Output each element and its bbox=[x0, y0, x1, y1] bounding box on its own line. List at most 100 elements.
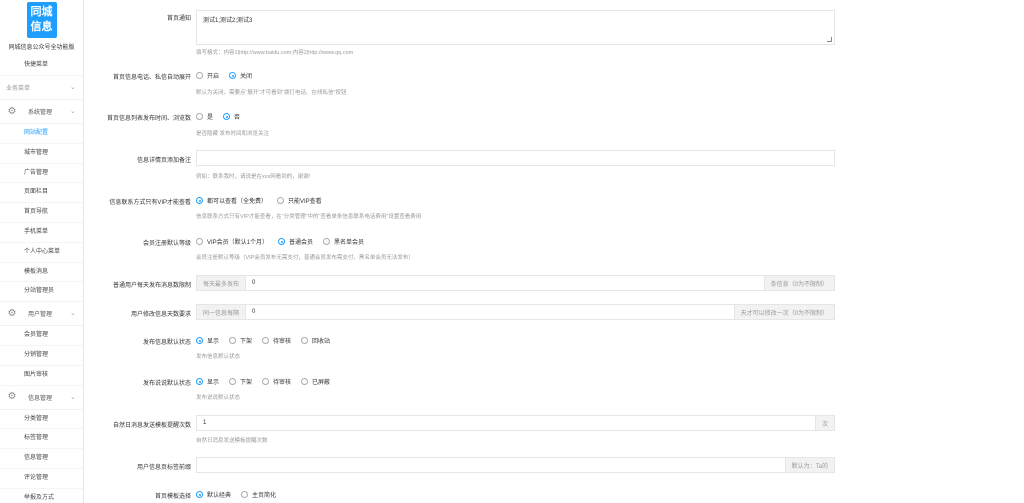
radio-option[interactable]: 回收站 bbox=[301, 336, 330, 345]
sidebar-item[interactable]: 个人中心菜单 bbox=[0, 243, 83, 263]
radio-option[interactable]: 待审核 bbox=[262, 377, 291, 386]
chevron-down-icon: ⌄ bbox=[70, 108, 76, 115]
sidebar-item[interactable]: 分销管理 bbox=[0, 346, 83, 366]
vip-contact-radios: 都可以查看（全免费） 只能VIP查看 bbox=[196, 196, 322, 205]
sidebar-item[interactable]: 会员管理 bbox=[0, 326, 83, 346]
show-time-radios: 是否 bbox=[196, 112, 240, 121]
radio-option[interactable]: 主页简化 bbox=[241, 490, 276, 499]
radio-option[interactable]: 显示 bbox=[196, 377, 219, 386]
radio-circle-icon[interactable] bbox=[301, 337, 309, 344]
vip-contact-label: 信息联系方式只有VIP才能查看 bbox=[109, 200, 191, 206]
gear-icon: ⚙ bbox=[7, 391, 17, 403]
radio-circle-icon[interactable] bbox=[229, 378, 237, 385]
site-subtitle: 同城信息公众号全功能版 bbox=[8, 45, 75, 51]
radio-option[interactable]: 下架 bbox=[229, 336, 252, 345]
radio-option[interactable]: 否 bbox=[223, 112, 240, 121]
vip-contact-help: 信息联系方式只有VIP才能查看，在“分类管理”中的“查看单条信息联系电话费用”设… bbox=[196, 214, 422, 220]
radio-circle-icon[interactable] bbox=[262, 337, 270, 344]
sidebar-item[interactable]: 分类管理 bbox=[0, 410, 83, 430]
sidebar-item[interactable]: 分站管理员 bbox=[0, 282, 83, 303]
remind-count-label: 自然日消息发送模板提醒次数 bbox=[112, 423, 191, 429]
sidebar-item[interactable]: 页面栏目 bbox=[0, 183, 83, 204]
chevron-down-icon: ⌄ bbox=[70, 393, 76, 401]
daily-limit-label: 普通用户每天发布消息数限制 bbox=[112, 283, 191, 289]
radio-circle-icon[interactable] bbox=[241, 491, 249, 498]
notice-label: 首页通知 bbox=[166, 16, 191, 22]
radio-option[interactable]: 已屏蔽 bbox=[301, 377, 330, 386]
radio-circle-icon[interactable] bbox=[229, 72, 237, 79]
gear-icon: ⚙ bbox=[7, 105, 17, 117]
radio-option[interactable]: 普通会员 bbox=[278, 237, 313, 246]
notice-textarea[interactable]: 测试1;测试2;测试3 bbox=[196, 10, 835, 45]
edit-days-prefix: 同一信息每隔 bbox=[197, 305, 247, 319]
edit-days-suffix: 天才可以修改一次（0为不限制） bbox=[733, 305, 834, 319]
template-label: 首页模板选择 bbox=[154, 494, 191, 500]
show-time-help: 是否隐藏 发布时间和浏览关注 bbox=[196, 131, 270, 137]
daily-limit-prefix: 每天最多发布 bbox=[197, 276, 247, 290]
sidebar-item[interactable]: 网站配置 bbox=[0, 124, 83, 144]
radio-circle-icon[interactable] bbox=[196, 113, 203, 120]
tag-prefix-label: 用户信息页标签前缀 bbox=[136, 465, 191, 471]
logo: 同城 信息 bbox=[26, 2, 57, 38]
radio-circle-icon[interactable] bbox=[262, 378, 270, 385]
radio-circle-icon[interactable] bbox=[229, 337, 237, 344]
publish-status-label: 发布信息默认状态 bbox=[142, 340, 191, 346]
template-radios: 默认经典 主页简化 bbox=[196, 490, 276, 499]
remind-count-input[interactable]: 1 次 bbox=[196, 415, 835, 431]
radio-circle-icon[interactable] bbox=[196, 72, 203, 79]
sidebar-group-0[interactable]: ⚙ 系统管理 ⌄ bbox=[0, 100, 83, 124]
users-icon: ⚙ bbox=[7, 307, 17, 319]
radio-option[interactable]: 默认经典 bbox=[196, 490, 231, 499]
auto-expand-label: 首页信息电话、私信自动展开 bbox=[112, 75, 191, 81]
sidebar-item[interactable]: 举报及方式 bbox=[0, 489, 83, 503]
radio-option[interactable]: VIP会员（默认1个月） bbox=[196, 237, 268, 246]
radio-option[interactable]: 显示 bbox=[196, 336, 219, 345]
sidebar-item[interactable]: 评论管理 bbox=[0, 469, 83, 489]
radio-circle-icon[interactable] bbox=[196, 378, 203, 385]
sidebar-item[interactable]: 广告管理 bbox=[0, 164, 83, 184]
sidebar-item[interactable]: 首页导航 bbox=[0, 203, 83, 223]
radio-circle-icon[interactable] bbox=[196, 197, 203, 204]
radio-circle-icon[interactable] bbox=[301, 378, 309, 385]
comment-status-radios: 显示 下架 待审核 已屏蔽 bbox=[196, 377, 330, 386]
radio-option[interactable]: 开启 bbox=[196, 71, 219, 80]
sidebar-item[interactable]: 手机菜单 bbox=[0, 223, 83, 243]
default-level-help: 会员注册默认等级（VIP会员发布无需支付，普通会员发布需支付，黑名单会员无法发布… bbox=[196, 255, 414, 261]
sidebar-biz-menu[interactable]: 业务菜单 ⌄ bbox=[0, 76, 83, 100]
radio-circle-icon[interactable] bbox=[196, 238, 203, 245]
sidebar-item-quick-menu[interactable]: 快捷菜单 bbox=[0, 54, 83, 76]
sidebar-item[interactable]: 图片审核 bbox=[0, 366, 83, 386]
radio-option[interactable]: 待审核 bbox=[262, 336, 291, 345]
radio-circle-icon[interactable] bbox=[196, 337, 203, 344]
main-form: 首页通知 测试1;测试2;测试3 填写格式：内容1|http://www.bai… bbox=[85, 0, 1024, 503]
sidebar-item[interactable]: 模板消息 bbox=[0, 263, 83, 283]
detail-remark-help: 例如：联系我时，请说是在xxx网看到的，谢谢! bbox=[196, 174, 311, 180]
sidebar-item[interactable]: 信息管理 bbox=[0, 449, 83, 469]
tag-prefix-suffix: 默认为：Ta的 bbox=[784, 458, 834, 472]
remind-count-suffix: 次 bbox=[814, 416, 834, 430]
radio-circle-icon[interactable] bbox=[196, 491, 203, 498]
daily-limit-input[interactable]: 每天最多发布 0 条信息（0为不限制） bbox=[196, 275, 835, 291]
radio-circle-icon[interactable] bbox=[223, 113, 231, 120]
sidebar-item[interactable]: 城市管理 bbox=[0, 144, 83, 164]
auto-expand-radios: 开启 关闭 bbox=[196, 71, 252, 80]
radio-option[interactable]: 都可以查看（全免费） bbox=[196, 196, 267, 205]
edit-days-input[interactable]: 同一信息每隔 0 天才可以修改一次（0为不限制） bbox=[196, 304, 835, 320]
radio-circle-icon[interactable] bbox=[277, 197, 285, 204]
radio-option[interactable]: 关闭 bbox=[229, 71, 252, 80]
radio-option[interactable]: 下架 bbox=[229, 377, 252, 386]
sidebar-group-2[interactable]: ⚙ 信息管理 ⌄ bbox=[0, 386, 83, 410]
sidebar-item[interactable]: 标签管理 bbox=[0, 429, 83, 450]
publish-status-help: 发布信息默认状态 bbox=[196, 354, 241, 360]
radio-option[interactable]: 是 bbox=[196, 112, 213, 121]
detail-remark-input[interactable] bbox=[196, 150, 835, 166]
radio-option[interactable]: 只能VIP查看 bbox=[277, 196, 322, 205]
detail-remark-label: 信息详情页添加备注 bbox=[136, 158, 191, 164]
sidebar-group-1[interactable]: ⚙ 用户管理 ⌄ bbox=[0, 302, 83, 327]
sidebar: 同城 信息 同城信息公众号全功能版 快捷菜单 业务菜单 ⌄ ⚙ 系统管理 ⌄ 网站配置… bbox=[0, 0, 84, 503]
radio-circle-icon[interactable] bbox=[278, 238, 286, 245]
tag-prefix-input[interactable]: 默认为：Ta的 bbox=[196, 457, 835, 473]
radio-circle-icon[interactable] bbox=[323, 238, 331, 245]
radio-option[interactable]: 黑名单会员 bbox=[323, 237, 364, 246]
resize-handle-icon[interactable] bbox=[827, 37, 832, 42]
